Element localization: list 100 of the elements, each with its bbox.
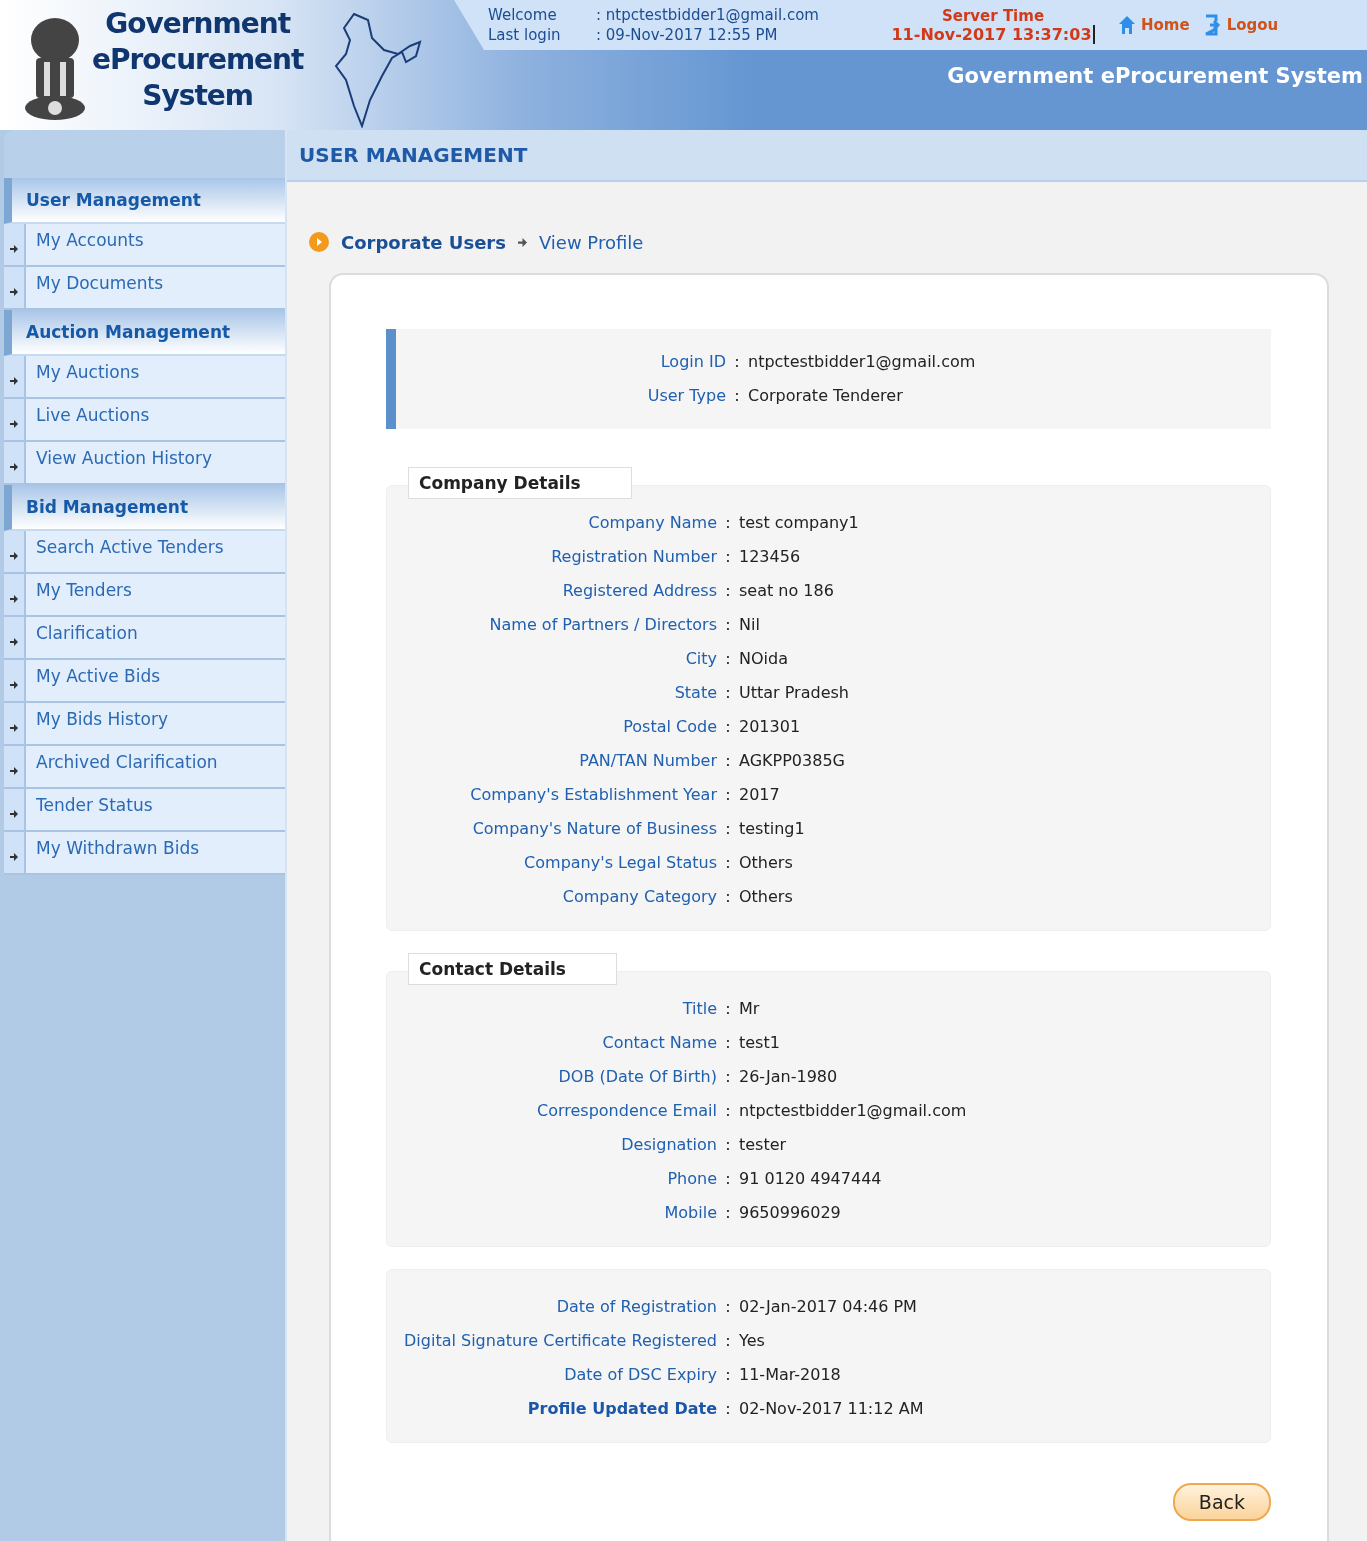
colon: :	[724, 716, 732, 738]
system-title: Government eProcurement System	[946, 63, 1364, 88]
field-label: Designation	[620, 1134, 717, 1156]
arrow-icon	[10, 680, 18, 689]
field-label: Name of Partners / Directors	[488, 614, 717, 636]
arrow-icon	[10, 287, 18, 296]
field-label: PAN/TAN Number	[578, 750, 717, 772]
field-label: Company's Establishment Year	[469, 784, 717, 806]
field-label: Phone	[666, 1168, 717, 1190]
field-value: 02-Jan-2017 04:46 PM	[739, 1296, 917, 1318]
welcome-label: Welcome	[488, 5, 558, 25]
breadcrumb-link[interactable]: Corporate Users	[341, 231, 506, 253]
field-label: Company Name	[587, 512, 717, 534]
section-title: Contact Details	[408, 953, 617, 985]
colon: :	[724, 1134, 732, 1156]
colon: :	[724, 818, 732, 840]
colon: :	[733, 351, 741, 373]
arrow-icon	[10, 462, 18, 471]
arrow-icon	[10, 594, 18, 603]
sidebar-item[interactable]: Tender Status	[26, 789, 285, 830]
sidebar-item[interactable]: View Auction History	[26, 442, 285, 483]
sidebar-item[interactable]: My Active Bids	[26, 660, 285, 701]
field-label: User Type	[646, 385, 726, 407]
arrow-icon	[10, 376, 18, 385]
field-value: 201301	[739, 716, 801, 738]
sidebar-item[interactable]: Live Auctions	[26, 399, 285, 440]
colon: :	[724, 580, 732, 602]
colon: :	[724, 546, 732, 568]
sidebar-item[interactable]: Search Active Tenders	[26, 531, 285, 572]
sidebar-item[interactable]: My Accounts	[26, 224, 285, 265]
section-title: Company Details	[408, 467, 632, 499]
field-value: Others	[739, 886, 793, 908]
arrow-icon	[10, 852, 18, 861]
sidebar-item[interactable]: My Auctions	[26, 356, 285, 397]
server-time: 11-Nov-2017 13:37:03	[891, 24, 1095, 44]
field-label: Digital Signature Certificate Registered	[403, 1330, 717, 1352]
field-value: Corporate Tenderer	[748, 385, 903, 407]
colon: :	[724, 614, 732, 636]
arrow-icon	[10, 419, 18, 428]
colon: :	[733, 385, 741, 407]
colon: :	[724, 512, 732, 534]
field-label: State	[673, 682, 717, 704]
server-time-label: Server Time	[940, 6, 1046, 25]
field-label: Date of Registration	[555, 1296, 717, 1318]
field-value: 11-Mar-2018	[739, 1364, 841, 1386]
field-value: seat no 186	[739, 580, 834, 602]
colon: :	[724, 682, 732, 704]
field-label: Company's Legal Status	[523, 852, 717, 874]
field-value: ntpctestbidder1@gmail.com	[748, 351, 976, 373]
field-value: 123456	[739, 546, 801, 568]
colon: :	[724, 1168, 732, 1190]
play-icon	[309, 232, 329, 252]
field-label: Login ID	[659, 351, 726, 373]
arrow-icon	[10, 766, 18, 775]
colon: :	[724, 1202, 732, 1224]
sidebar-item[interactable]: My Documents	[26, 267, 285, 308]
sidebar-item[interactable]: My Withdrawn Bids	[26, 832, 285, 873]
sidebar-item[interactable]: Archived Clarification	[26, 746, 285, 787]
home-icon	[1118, 15, 1136, 35]
last-login-label: Last login	[488, 25, 562, 45]
field-value: ntpctestbidder1@gmail.com	[739, 1100, 967, 1122]
arrow-icon	[10, 723, 18, 732]
map-icon	[332, 10, 424, 128]
field-label: Registration Number	[550, 546, 717, 568]
field-value: 9650996029	[739, 1202, 841, 1224]
colon: :	[724, 998, 732, 1020]
home-link[interactable]: Home	[1118, 14, 1190, 36]
colon: :	[724, 1398, 732, 1420]
logout-link[interactable]: Logou	[1203, 14, 1279, 36]
field-value: tester	[739, 1134, 787, 1156]
field-value: 26-Jan-1980	[739, 1066, 838, 1088]
field-value: Mr	[739, 998, 760, 1020]
colon: :	[724, 1100, 732, 1122]
colon: :	[724, 1330, 732, 1352]
field-value: NOida	[739, 648, 788, 670]
welcome-value: : ntpctestbidder1@gmail.com	[596, 5, 819, 25]
field-value: AGKPP0385G	[739, 750, 845, 772]
field-label: Company's Nature of Business	[471, 818, 717, 840]
colon: :	[724, 852, 732, 874]
colon: :	[724, 784, 732, 806]
breadcrumb-link[interactable]: View Profile	[538, 231, 644, 253]
field-value: Yes	[739, 1330, 765, 1352]
field-label: Mobile	[663, 1202, 717, 1224]
field-value: Uttar Pradesh	[739, 682, 849, 704]
field-label: Correspondence Email	[536, 1100, 717, 1122]
sidebar-group-header: Bid Management	[4, 485, 285, 531]
back-button[interactable]: Back	[1172, 1483, 1271, 1521]
field-label: Profile Updated Date	[526, 1398, 717, 1420]
arrow-icon	[10, 244, 18, 253]
logo-text: System	[142, 78, 253, 114]
colon: :	[724, 1296, 732, 1318]
colon: :	[724, 1032, 732, 1054]
sidebar-item[interactable]: My Bids History	[26, 703, 285, 744]
field-label: Registered Address	[561, 580, 717, 602]
arrow-icon	[517, 237, 527, 247]
field-value: 2017	[739, 784, 780, 806]
field-value: test company1	[739, 512, 859, 534]
logo-text: eProcurement	[92, 42, 304, 78]
sidebar-item[interactable]: Clarification	[26, 617, 285, 658]
sidebar-item[interactable]: My Tenders	[26, 574, 285, 615]
